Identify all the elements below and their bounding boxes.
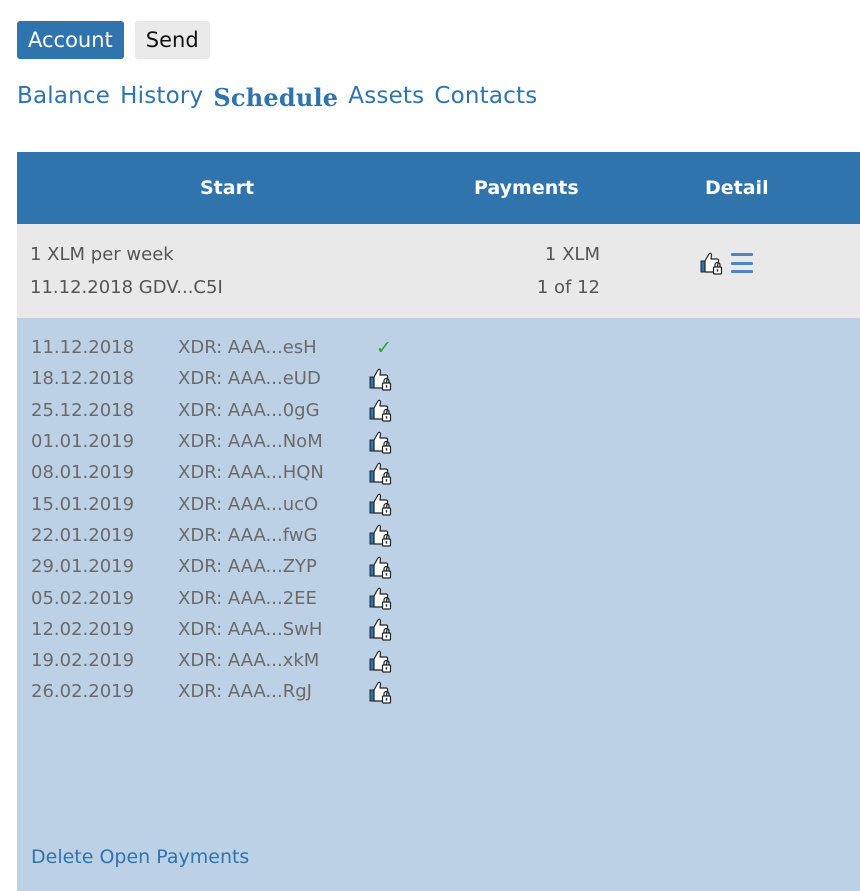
schedule-start-account: 11.12.2018 GDV...C5I — [30, 277, 223, 298]
row-xdr[interactable]: XDR: AAA...ZYP — [178, 556, 368, 577]
payment-details: 11.12.2018 XDR: AAA...esH ✓ 18.12.2018 XDR: … — [17, 318, 860, 891]
row-date: 18.12.2018 — [31, 368, 135, 390]
thumbs-up-lock-icon[interactable] — [368, 585, 394, 611]
thumbs-up-lock-icon[interactable] — [699, 250, 725, 276]
schedule-table: Start Payments Detail 1 XLM per week 11.… — [17, 152, 860, 891]
sub-nav: Balance History Schedule Assets Contacts — [17, 83, 537, 112]
thumbs-up-lock-icon[interactable] — [368, 679, 394, 705]
table-header: Start Payments Detail — [17, 152, 860, 224]
thumbs-up-lock-icon[interactable] — [368, 366, 394, 392]
row-date: 11.12.2018 — [31, 337, 135, 359]
menu-icon[interactable] — [731, 253, 753, 273]
table-row: 22.01.2019 XDR: AAA...fwG — [31, 520, 394, 551]
table-row: 26.02.2019 XDR: AAA...RgJ — [31, 676, 394, 707]
row-xdr[interactable]: XDR: AAA...ucO — [178, 494, 368, 515]
row-xdr[interactable]: XDR: AAA...HQN — [178, 462, 368, 483]
table-row: 18.12.2018 XDR: AAA...eUD — [31, 363, 394, 394]
table-row: 11.12.2018 XDR: AAA...esH ✓ — [31, 332, 394, 363]
row-xdr[interactable]: XDR: AAA...0gG — [178, 400, 368, 421]
nav-history[interactable]: History — [120, 83, 203, 112]
row-xdr[interactable]: XDR: AAA...RgJ — [178, 681, 368, 702]
schedule-amount-frequency: 1 XLM per week — [30, 244, 174, 265]
row-xdr[interactable]: XDR: AAA...fwG — [178, 525, 368, 546]
row-date: 25.12.2018 — [31, 399, 135, 421]
row-xdr[interactable]: XDR: AAA...esH — [178, 337, 368, 358]
table-row: 05.02.2019 XDR: AAA...2EE — [31, 582, 394, 613]
payment-amount: 1 XLM — [544, 244, 600, 265]
payment-rows: 11.12.2018 XDR: AAA...esH ✓ 18.12.2018 XDR: … — [31, 332, 394, 708]
schedule-summary-row[interactable]: 1 XLM per week 11.12.2018 GDV...C5I 1 XL… — [17, 224, 860, 318]
header-payments: Payments — [474, 177, 579, 199]
row-date: 12.02.2019 — [31, 618, 135, 640]
row-date: 05.02.2019 — [31, 587, 135, 609]
nav-assets[interactable]: Assets — [348, 83, 424, 112]
check-icon: ✓ — [376, 336, 392, 359]
nav-schedule[interactable]: Schedule — [213, 83, 338, 112]
tab-send[interactable]: Send — [134, 21, 210, 59]
nav-contacts[interactable]: Contacts — [434, 83, 537, 112]
detail-icons — [699, 250, 753, 276]
row-date: 08.01.2019 — [31, 462, 135, 484]
header-start: Start — [200, 177, 255, 199]
row-xdr[interactable]: XDR: AAA...2EE — [178, 588, 368, 609]
row-date: 19.02.2019 — [31, 650, 135, 672]
nav-balance[interactable]: Balance — [17, 83, 110, 112]
delete-open-payments-link[interactable]: Delete Open Payments — [31, 846, 249, 868]
row-xdr[interactable]: XDR: AAA...eUD — [178, 368, 368, 389]
thumbs-up-lock-icon[interactable] — [368, 397, 394, 423]
table-row: 12.02.2019 XDR: AAA...SwH — [31, 614, 394, 645]
row-date: 26.02.2019 — [31, 681, 135, 703]
thumbs-up-lock-icon[interactable] — [368, 616, 394, 642]
thumbs-up-lock-icon[interactable] — [368, 648, 394, 674]
payment-progress: 1 of 12 — [536, 277, 600, 298]
row-date: 22.01.2019 — [31, 524, 135, 546]
row-xdr[interactable]: XDR: AAA...xkM — [178, 650, 368, 671]
top-tabs: Account Send — [17, 21, 210, 59]
table-row: 29.01.2019 XDR: AAA...ZYP — [31, 551, 394, 582]
table-row: 19.02.2019 XDR: AAA...xkM — [31, 645, 394, 676]
table-row: 15.01.2019 XDR: AAA...ucO — [31, 488, 394, 519]
thumbs-up-lock-icon[interactable] — [368, 460, 394, 486]
table-row: 08.01.2019 XDR: AAA...HQN — [31, 457, 394, 488]
thumbs-up-lock-icon[interactable] — [368, 522, 394, 548]
row-xdr[interactable]: XDR: AAA...SwH — [178, 619, 368, 640]
header-detail: Detail — [705, 177, 769, 199]
thumbs-up-lock-icon[interactable] — [368, 554, 394, 580]
row-date: 15.01.2019 — [31, 493, 135, 515]
thumbs-up-lock-icon[interactable] — [368, 429, 394, 455]
thumbs-up-lock-icon[interactable] — [368, 491, 394, 517]
row-date: 01.01.2019 — [31, 431, 135, 453]
table-row: 25.12.2018 XDR: AAA...0gG — [31, 395, 394, 426]
table-row: 01.01.2019 XDR: AAA...NoM — [31, 426, 394, 457]
row-date: 29.01.2019 — [31, 556, 135, 578]
tab-account[interactable]: Account — [17, 21, 124, 59]
row-xdr[interactable]: XDR: AAA...NoM — [178, 431, 368, 452]
